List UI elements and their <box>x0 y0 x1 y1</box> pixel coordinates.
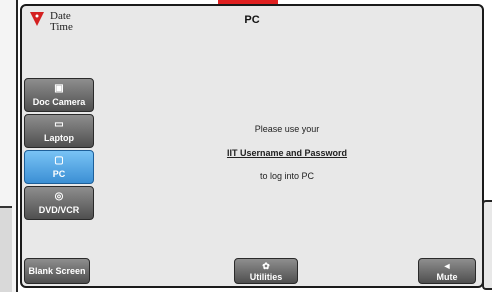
source-label: PC <box>52 169 66 179</box>
gear-icon: ✿ <box>262 261 270 271</box>
neighbor-screen-edge <box>0 0 18 292</box>
source-button-doc-camera[interactable]: ▣ Doc Camera <box>24 78 94 112</box>
source-label: DVD/VCR <box>38 205 80 215</box>
page-title: PC <box>244 14 260 26</box>
neighbor-screen-edge-right <box>482 200 492 290</box>
dvd-icon: ◎ <box>54 191 64 202</box>
monitor-icon: ▢ <box>54 155 64 166</box>
source-label: Doc Camera <box>32 97 86 107</box>
source-button-pc[interactable]: ▢ PC <box>24 150 94 184</box>
source-button-laptop[interactable]: ▭ Laptop <box>24 114 94 148</box>
neighbor-button-edge <box>0 206 12 292</box>
laptop-icon: ▭ <box>54 119 64 130</box>
login-instruction-line1: Please use your <box>254 124 320 134</box>
mute-button[interactable]: ◄ Mute <box>418 258 476 284</box>
utilities-label: Utilities <box>249 272 283 282</box>
touch-panel: Date Time PC ▣ Doc Camera ▭ Laptop ▢ PC … <box>20 4 484 288</box>
utilities-button[interactable]: ✿ Utilities <box>234 258 298 284</box>
blank-screen-button[interactable]: Blank Screen <box>24 258 90 284</box>
mute-label: Mute <box>436 272 458 282</box>
login-instruction-line3: to log into PC <box>259 171 315 181</box>
blank-screen-label: Blank Screen <box>28 266 86 276</box>
source-button-dvd-vcr[interactable]: ◎ DVD/VCR <box>24 186 94 220</box>
source-label: Laptop <box>44 133 74 143</box>
speaker-mute-icon: ◄ <box>442 261 452 271</box>
image-icon: ▣ <box>54 83 64 94</box>
login-credentials-text: IIT Username and Password <box>226 148 348 158</box>
